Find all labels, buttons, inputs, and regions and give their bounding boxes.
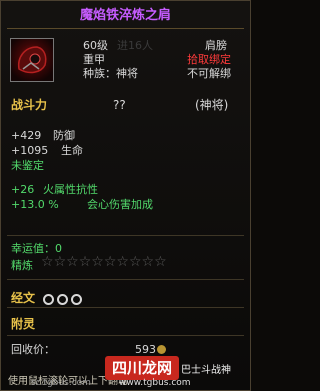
combat-race: (神将) (195, 98, 229, 112)
recycle-label: 回收价： (11, 343, 55, 356)
item-name: 魔焰铁淬炼之肩 (79, 8, 171, 23)
refine-star-icon: ☆ (91, 254, 104, 270)
recycle-value: 593 (135, 343, 156, 356)
refine-star-icon: ☆ (78, 254, 92, 270)
faded-text: 进16人 (117, 39, 153, 52)
stat-defense-name: 防御 (53, 129, 75, 142)
combat-power-label: 战斗力 (11, 98, 48, 112)
combat-power-value: ?? (113, 98, 126, 112)
appraise-status: 未鉴定 (11, 159, 44, 172)
divider (7, 279, 244, 280)
watermark-url-2: www.tgbus.com (119, 378, 191, 388)
refine-star-icon: ☆ (141, 254, 155, 270)
bonus-crit-value: +13.0 % (11, 198, 59, 211)
refine-star-icon: ☆ (41, 254, 54, 270)
rune-slot-icon (71, 294, 82, 305)
bind-status: 拾取绑定 (187, 53, 231, 66)
watermark-site-name: 巴士斗战神 (181, 365, 231, 376)
refine-star-icon: ☆ (116, 254, 129, 270)
refine-star-icon: ☆ (53, 254, 67, 270)
shoulder-armor-icon (10, 38, 54, 82)
watermark-url: sc.tgbus.com (31, 378, 91, 388)
race-label: 种族：神将 (83, 67, 138, 80)
refine-stars: ☆☆☆☆☆☆☆☆☆☆ (41, 254, 167, 270)
armor-type: 重甲 (83, 53, 105, 66)
item-slot: 肩膀 (205, 39, 227, 52)
item-tooltip: 魔焰铁淬炼之肩 60级 进16人 肩膀 重甲 拾取绑定 种族：神将 不可解绑 战… (0, 0, 251, 391)
divider (7, 335, 244, 336)
refine-star-icon: ☆ (154, 254, 167, 270)
bonus-crit-name: 会心伤害加成 (87, 198, 153, 211)
divider (7, 235, 244, 236)
rune-slots (43, 289, 85, 308)
spirit-label: 附灵 (11, 317, 36, 331)
rune-label: 经文 (11, 291, 36, 305)
coin-icon (157, 345, 166, 354)
stat-hp-name: 生命 (61, 144, 83, 157)
tradable-status: 不可解绑 (187, 67, 231, 80)
rune-slot-icon (43, 294, 54, 305)
refine-star-icon: ☆ (66, 254, 79, 270)
bonus-fire-value: +26 (11, 183, 35, 196)
title-divider (7, 28, 244, 29)
stat-defense-value: +429 (11, 129, 42, 142)
watermark-logo: 四川龙网 (105, 356, 179, 380)
refine-star-icon: ☆ (128, 254, 142, 270)
item-level: 60级 (83, 39, 108, 52)
divider (7, 307, 244, 308)
bonus-fire-name: 火属性抗性 (43, 183, 98, 196)
stat-hp-value: +1095 (11, 144, 49, 157)
refine-star-icon: ☆ (103, 254, 117, 270)
rune-slot-icon (57, 294, 68, 305)
refine-label: 精炼 (11, 259, 33, 272)
